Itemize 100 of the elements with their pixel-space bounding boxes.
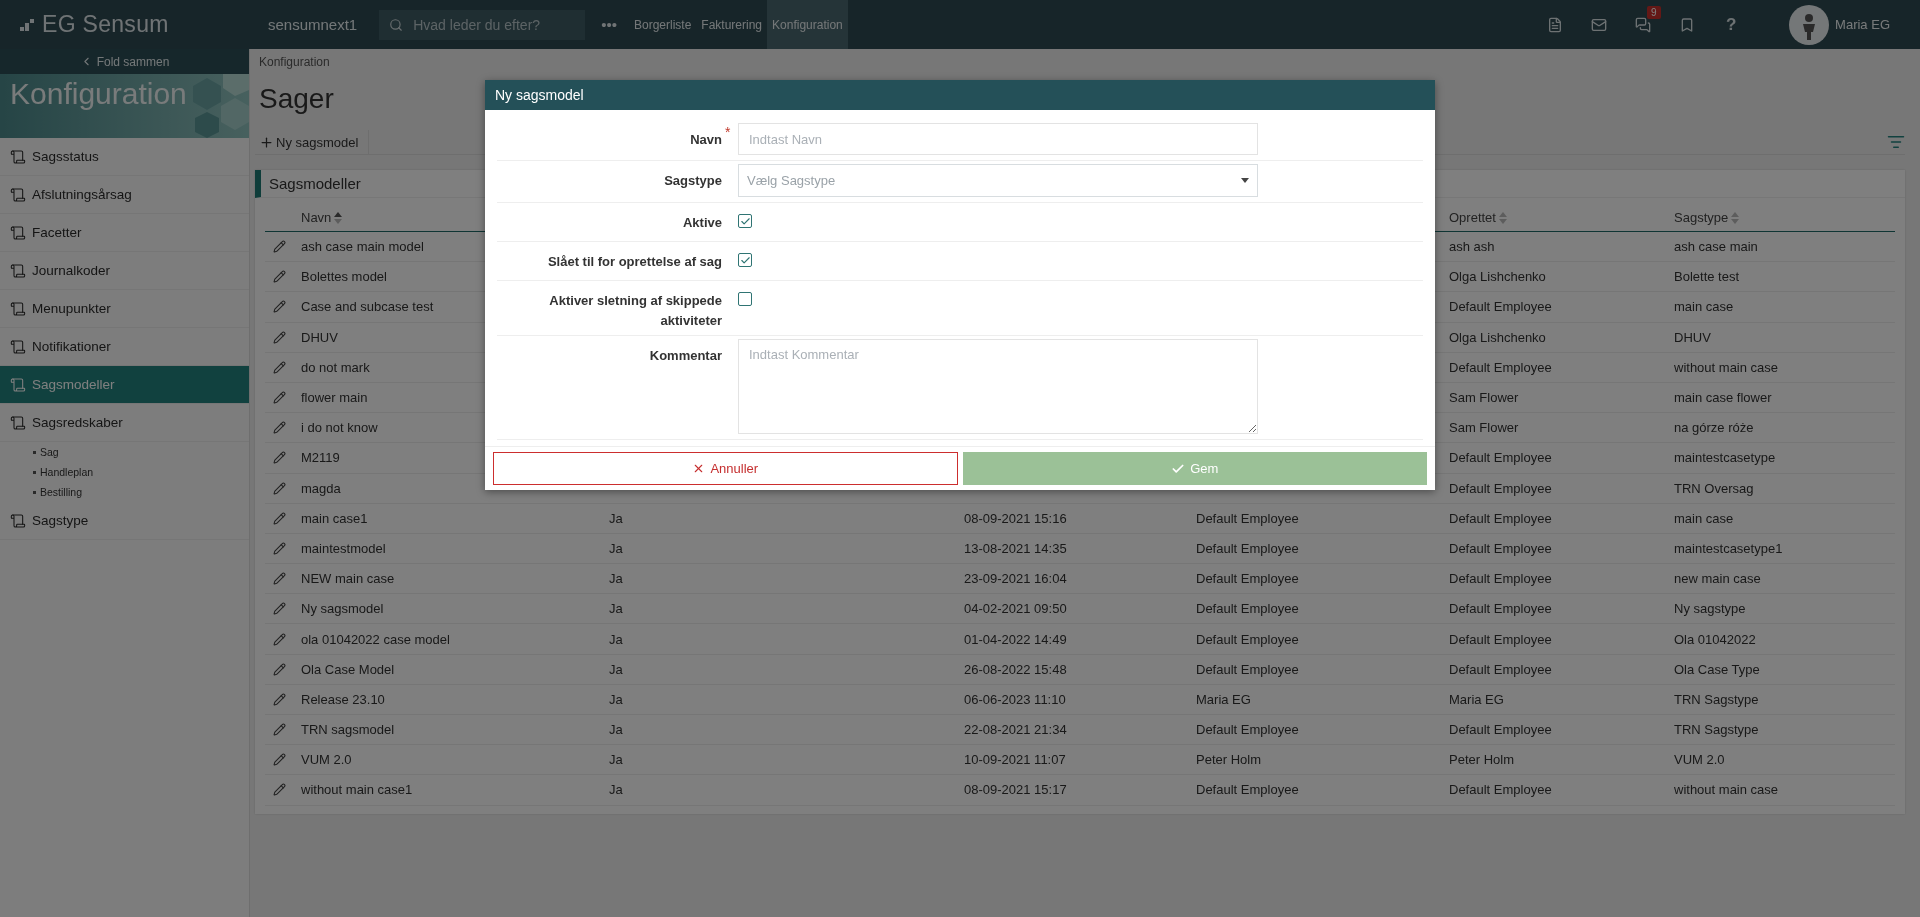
app-logo: EG Sensum — [42, 11, 169, 38]
column-header[interactable]: Oprettet — [1449, 210, 1674, 225]
table-cell: Ja — [609, 782, 623, 798]
pencil-icon[interactable] — [273, 300, 286, 314]
chat-icon[interactable] — [1635, 16, 1652, 33]
sidebar-item[interactable]: Afslutningsårsag — [0, 176, 249, 214]
table-cell: maintestcasetype — [1674, 450, 1776, 466]
environment-name: sensumnext1 — [268, 16, 358, 33]
sidebar-subitem[interactable]: Bestilling — [0, 482, 249, 502]
table-cell: Default Employee — [1449, 722, 1552, 738]
pencil-icon[interactable] — [273, 572, 286, 586]
avatar-icon[interactable] — [1789, 4, 1830, 45]
scroll-icon — [10, 224, 26, 241]
table-cell: Ola Case Model — [301, 661, 395, 677]
sidebar-item[interactable]: Sagsredskaber — [0, 404, 249, 442]
search-icon — [389, 17, 404, 32]
checkbox[interactable] — [738, 214, 752, 228]
name-field[interactable]: Indtast Navn — [738, 123, 1258, 155]
search-box[interactable]: Hvad leder du efter? — [379, 9, 586, 40]
document-icon[interactable] — [1547, 16, 1564, 33]
check-icon — [739, 254, 751, 266]
pencil-icon[interactable] — [273, 511, 286, 525]
user-name[interactable]: Maria EG — [1835, 17, 1890, 32]
pencil-icon[interactable] — [273, 391, 286, 405]
pencil-icon[interactable] — [273, 360, 286, 374]
new-model-button[interactable]: Ny sagsmodel — [255, 129, 370, 155]
field-label: Slået til for oprettelse af sag — [547, 253, 722, 271]
sidebar-item[interactable]: Sagsmodeller — [0, 366, 249, 404]
scroll-icon — [10, 414, 26, 431]
search-field[interactable]: Hvad leder du efter? — [411, 15, 562, 34]
bullet-icon — [33, 490, 36, 494]
cancel-button[interactable]: Annuller — [493, 452, 958, 485]
table-cell: ash case main model — [301, 239, 424, 255]
table-cell: Ja — [609, 661, 623, 677]
table-cell: Ja — [609, 510, 623, 526]
checkbox[interactable] — [738, 253, 752, 267]
nav-link[interactable]: Borgerliste — [629, 0, 697, 49]
notification-badge: 9 — [1647, 6, 1661, 19]
sidebar-item[interactable]: Sagsstatus — [0, 138, 249, 176]
pencil-icon[interactable] — [273, 330, 286, 344]
pencil-icon[interactable] — [273, 692, 286, 706]
filter-icon[interactable] — [1887, 133, 1905, 151]
sidebar-subitem[interactable]: Sag — [0, 442, 249, 462]
field-label: Aktiver sletning af skippede aktiviteter — [548, 292, 722, 330]
page-title: Sager — [259, 83, 334, 115]
help-button[interactable]: ? — [1709, 0, 1754, 49]
table-cell: Default Employee — [1449, 359, 1552, 375]
table-cell: Ola Case Type — [1674, 661, 1760, 677]
pencil-icon[interactable] — [273, 783, 286, 797]
table-cell: 10-09-2021 11:07 — [964, 752, 1066, 768]
pencil-icon[interactable] — [273, 541, 286, 555]
sidebar-item[interactable]: Journalkoder — [0, 252, 249, 290]
pencil-icon[interactable] — [273, 602, 286, 616]
scroll-icon — [10, 186, 26, 203]
table-cell: NEW main case — [301, 571, 395, 587]
table-cell: DHUV — [301, 329, 338, 345]
case-type-select[interactable]: Vælg Sagstype — [738, 164, 1258, 197]
column-header[interactable]: Navn — [301, 210, 609, 225]
mail-icon[interactable] — [1591, 16, 1608, 33]
table-cell: magda — [301, 480, 341, 496]
table-cell: Default Employee — [1196, 722, 1299, 738]
table-cell: Default Employee — [1449, 782, 1552, 798]
pencil-icon[interactable] — [273, 240, 286, 254]
pencil-icon[interactable] — [273, 662, 286, 676]
sidebar-item[interactable]: Sagstype — [0, 502, 249, 540]
scroll-icon — [10, 338, 26, 355]
sidebar-subitem[interactable]: Handleplan — [0, 462, 249, 482]
scroll-icon — [10, 262, 26, 279]
table-cell: without main case1 — [301, 782, 413, 798]
table-cell: Default Employee — [1449, 480, 1552, 496]
table-cell: VUM 2.0 — [1674, 752, 1725, 768]
table-cell: Default Employee — [1196, 782, 1299, 798]
table-cell: 26-08-2022 15:48 — [964, 661, 1067, 677]
table-cell: DHUV — [1674, 329, 1711, 345]
table-cell: VUM 2.0 — [301, 752, 352, 768]
nav-link[interactable]: Konfiguration — [767, 0, 848, 49]
breadcrumb[interactable]: Konfiguration — [255, 49, 334, 69]
table-cell: TRN Oversag — [1674, 480, 1754, 496]
scroll-icon — [10, 376, 26, 393]
pencil-icon[interactable] — [273, 451, 286, 465]
sidebar-item[interactable]: Menupunkter — [0, 290, 249, 328]
table-cell: main case — [1674, 510, 1734, 526]
field-label: Sagstype — [664, 172, 722, 190]
pencil-icon[interactable] — [273, 421, 286, 435]
pencil-icon[interactable] — [273, 270, 286, 284]
scroll-icon — [10, 512, 26, 529]
pencil-icon[interactable] — [273, 723, 286, 737]
pencil-icon[interactable] — [273, 481, 286, 495]
comment-field[interactable]: Indtast Kommentar — [738, 339, 1258, 434]
checkbox[interactable] — [738, 292, 752, 306]
table-cell: ash case main — [1674, 239, 1758, 255]
more-menu[interactable]: ••• — [601, 16, 617, 33]
table-cell: 08-09-2021 15:17 — [964, 782, 1067, 798]
column-header[interactable]: Sagstype — [1674, 210, 1895, 225]
sidebar-item[interactable]: Facetter — [0, 214, 249, 252]
collapse-link[interactable]: Fold sammen — [0, 49, 249, 74]
pencil-icon[interactable] — [273, 632, 286, 646]
pencil-icon[interactable] — [273, 753, 286, 767]
table-cell: Ja — [609, 571, 623, 587]
logo-mark-icon — [20, 18, 34, 31]
